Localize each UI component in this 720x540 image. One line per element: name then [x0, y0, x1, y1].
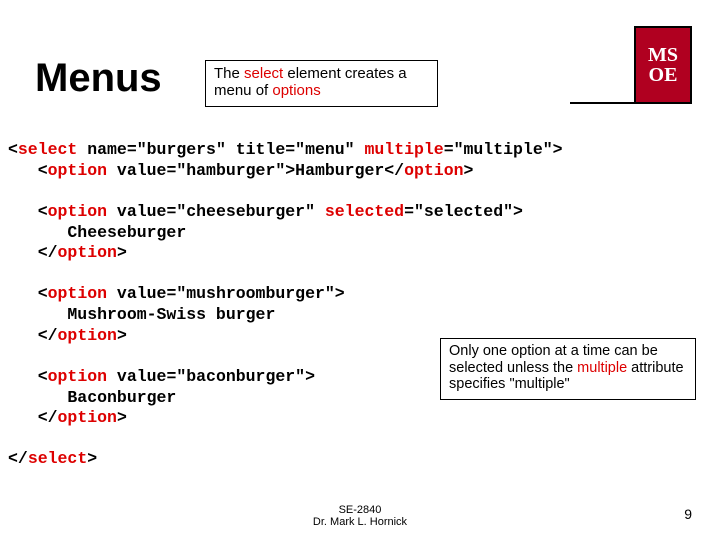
logo-underline	[570, 102, 666, 104]
callout-multiple-note: Only one option at a time can be selecte…	[440, 338, 696, 400]
tag-option: option	[404, 161, 463, 180]
tag-select-open: select	[18, 140, 77, 159]
tag-option: option	[58, 408, 117, 427]
attr-multiple: multiple	[364, 140, 443, 159]
tag-option: option	[58, 326, 117, 345]
slide: Menus The select element creates a menu …	[0, 0, 720, 540]
text: The	[214, 65, 244, 82]
logo-line1: MS	[648, 45, 678, 65]
callout-select-description: The select element creates a menu of opt…	[205, 60, 438, 107]
attr-selected: selected	[325, 202, 404, 221]
tag-option: option	[58, 243, 117, 262]
footer-author: Dr. Mark L. Hornick	[0, 516, 720, 528]
code-block: <select name="burgers" title="menu" mult…	[8, 140, 563, 470]
keyword-options: options	[272, 82, 320, 99]
tag-option: option	[48, 202, 107, 221]
page-number: 9	[684, 506, 692, 522]
logo-line2: OE	[649, 65, 678, 85]
keyword-multiple: multiple	[577, 360, 627, 376]
tag-option: option	[48, 161, 107, 180]
msoe-logo: MS OE	[634, 26, 692, 104]
keyword-select: select	[244, 65, 283, 82]
tag-option: option	[48, 284, 107, 303]
tag-select-close: select	[28, 449, 87, 468]
slide-title: Menus	[35, 56, 162, 101]
footer-course: SE-2840	[0, 504, 720, 516]
slide-footer: SE-2840 Dr. Mark L. Hornick	[0, 504, 720, 528]
tag-option: option	[48, 367, 107, 386]
